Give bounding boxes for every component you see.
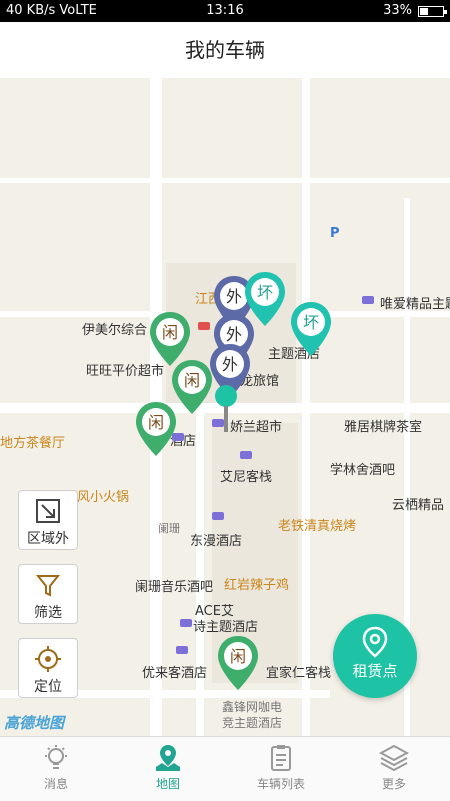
map-label: 诗主题酒店 <box>193 620 259 635</box>
battery-icon <box>418 5 447 17</box>
road <box>0 178 450 183</box>
hotel-icon <box>362 296 374 304</box>
tab-label: 消息 <box>43 777 68 791</box>
map-label: 鑫锋网咖电 <box>222 700 283 714</box>
clipboard-icon <box>271 745 291 771</box>
svg-text:坏: 坏 <box>303 313 319 332</box>
map-label: 雅居棋牌茶室 <box>344 420 423 435</box>
map-label: 伊美尔综合 <box>82 323 148 338</box>
hotel-icon <box>240 451 252 459</box>
map-pin-icon <box>362 626 388 658</box>
filter-button[interactable]: 筛选 <box>18 564 78 624</box>
bottom-tab-bar: 消息 地图 车辆列表 更多 <box>0 736 450 801</box>
map-label: 学林舍酒吧 <box>330 463 396 478</box>
tab-map[interactable]: 地图 <box>112 737 224 801</box>
map-label: 阑珊 <box>158 522 180 535</box>
out-of-area-label: 区域外 <box>27 531 69 547</box>
map-label: 唯爱精品主题 <box>380 297 450 312</box>
filter-label: 筛选 <box>34 605 62 621</box>
map-label: 东漫酒店 <box>190 534 243 549</box>
locate-button[interactable]: 定位 <box>18 638 78 698</box>
parking-icon: P <box>330 226 340 241</box>
layers-icon <box>379 744 409 772</box>
filter-icon <box>35 575 61 597</box>
road <box>302 78 310 736</box>
map-label: 老铁清真烧烤 <box>278 519 357 534</box>
map-logo: 高德地图 <box>4 714 65 732</box>
locate-icon <box>35 646 61 672</box>
tab-vehicle-list[interactable]: 车辆列表 <box>225 737 337 801</box>
svg-text:外: 外 <box>222 355 238 374</box>
status-right: 33% <box>383 0 447 22</box>
hotel-icon <box>176 646 188 654</box>
pin-broken[interactable]: 坏 <box>243 270 287 330</box>
page-title: 我的车辆 <box>0 22 450 79</box>
status-bar: 40 KB/s VoLTE 13:16 33% <box>0 0 450 22</box>
svg-text:外: 外 <box>226 287 242 306</box>
map-label: 云栖精品 <box>392 498 445 513</box>
hotel-icon <box>180 619 192 627</box>
svg-text:闲: 闲 <box>184 371 200 390</box>
tab-more[interactable]: 更多 <box>338 737 450 801</box>
locate-label: 定位 <box>34 679 62 695</box>
location-marker-icon <box>215 385 237 432</box>
pin-idle[interactable]: 闲 <box>134 400 178 460</box>
svg-text:坏: 坏 <box>257 283 273 302</box>
rental-points-label: 租赁点 <box>352 662 398 680</box>
road <box>196 378 204 736</box>
map-label: 艾尼客栈 <box>220 470 273 485</box>
tab-messages[interactable]: 消息 <box>0 737 112 801</box>
map-icon <box>156 745 180 771</box>
rental-points-button[interactable]: 租赁点 <box>333 614 417 698</box>
map-label: 红岩辣子鸡 <box>224 578 290 593</box>
tab-label: 更多 <box>381 777 406 791</box>
arrow-out-icon <box>36 499 60 523</box>
tab-label: 车辆列表 <box>256 777 305 791</box>
map-label: 宜家仁客栈 <box>266 666 332 681</box>
map-label: 竞主题酒店 <box>222 716 283 730</box>
svg-text:闲: 闲 <box>162 323 178 342</box>
svg-text:闲: 闲 <box>148 413 164 432</box>
map-label: 优来客酒店 <box>142 666 208 681</box>
map-label: 地方茶餐厅 <box>0 436 66 451</box>
lightbulb-icon <box>45 745 67 769</box>
tab-label: 地图 <box>155 777 180 791</box>
battery-percent: 33% <box>383 3 412 18</box>
pin-idle[interactable]: 闲 <box>216 634 260 694</box>
hotel-icon <box>212 512 224 520</box>
pin-broken[interactable]: 坏 <box>289 300 333 360</box>
hospital-icon <box>198 322 210 330</box>
out-of-area-button[interactable]: 区域外 <box>18 490 78 550</box>
map-label: 阑珊音乐酒吧 <box>135 580 214 595</box>
svg-text:闲: 闲 <box>230 647 246 666</box>
